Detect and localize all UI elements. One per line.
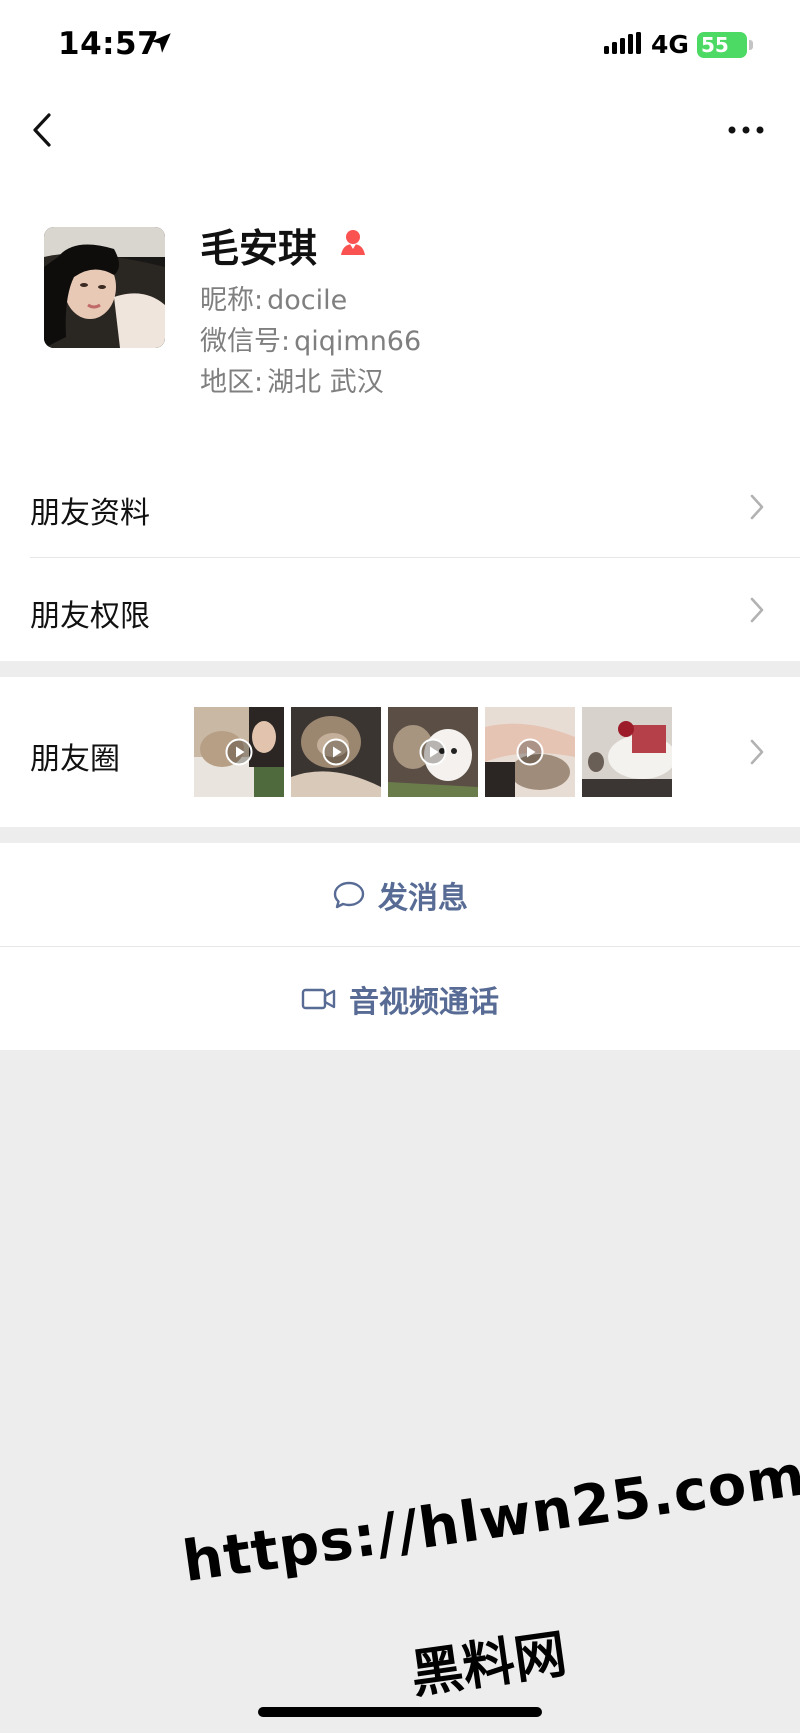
watermark-url: https://hlwn25.com	[178, 1443, 800, 1595]
signal-icon	[604, 32, 641, 54]
status-time: 14:57	[58, 26, 160, 62]
play-icon	[225, 738, 253, 766]
play-icon	[516, 738, 544, 766]
play-icon	[322, 738, 350, 766]
send-message-content: 发消息	[0, 843, 800, 946]
moment-thumbnail[interactable]	[485, 707, 575, 797]
moment-thumbnail[interactable]	[582, 707, 672, 797]
friend-permissions-row[interactable]: 朋友权限	[0, 558, 800, 661]
more-options-icon[interactable]	[726, 120, 766, 140]
location-arrow-icon	[151, 33, 171, 53]
home-indicator[interactable]	[258, 1707, 542, 1717]
battery-cap	[749, 40, 753, 50]
female-person-icon	[341, 230, 365, 255]
moments-row[interactable]: 朋友圈	[0, 677, 800, 827]
send-message-button[interactable]: 发消息	[0, 843, 800, 946]
region-label: 地区:	[200, 367, 264, 398]
friend-permissions-label: 朋友权限	[30, 599, 150, 634]
nickname-value: docile	[267, 285, 348, 316]
video-call-label: 音视频通话	[349, 984, 499, 1020]
avatar[interactable]	[44, 227, 165, 348]
profile-header: 毛安琪 昵称: docile 微信号: qiqimn66 地区: 湖北 武汉	[0, 190, 800, 455]
watermark-text: 黑料网	[407, 1624, 571, 1706]
video-call-content: 音视频通话	[0, 947, 800, 1050]
moment-thumbnail[interactable]	[291, 707, 381, 797]
chevron-right-icon	[750, 739, 764, 765]
wechat-id-label: 微信号:	[200, 326, 291, 357]
contact-profile-screen: 14:57 4G 55 毛安琪 昵称: docile 微信号: qiqimn66…	[0, 0, 800, 1733]
nickname-line: 昵称: docile	[200, 278, 347, 317]
chevron-right-icon	[750, 494, 764, 520]
send-message-label: 发消息	[378, 880, 468, 916]
battery-icon: 55	[697, 32, 747, 58]
network-type: 4G	[651, 30, 689, 59]
video-call-button[interactable]: 音视频通话	[0, 947, 800, 1050]
moments-label: 朋友圈	[30, 742, 120, 777]
status-bar: 14:57 4G 55	[0, 0, 800, 90]
chevron-right-icon	[750, 597, 764, 623]
nickname-label: 昵称:	[200, 285, 264, 316]
play-icon	[419, 738, 447, 766]
moment-thumbnail[interactable]	[194, 707, 284, 797]
chat-bubble-icon	[333, 881, 365, 908]
video-camera-icon	[301, 988, 336, 1009]
back-arrow-icon[interactable]	[28, 108, 58, 152]
wechat-id-line: 微信号: qiqimn66	[200, 319, 421, 358]
nav-bar	[0, 90, 800, 190]
wechat-id-value[interactable]: qiqimn66	[294, 326, 421, 357]
moment-thumbnail[interactable]	[388, 707, 478, 797]
battery-level: 55	[701, 33, 729, 57]
friend-info-label: 朋友资料	[30, 496, 150, 531]
region-value: 湖北 武汉	[267, 367, 384, 398]
friend-info-row[interactable]: 朋友资料	[0, 455, 800, 558]
contact-name: 毛安琪	[200, 227, 318, 272]
region-line: 地区: 湖北 武汉	[200, 360, 384, 399]
